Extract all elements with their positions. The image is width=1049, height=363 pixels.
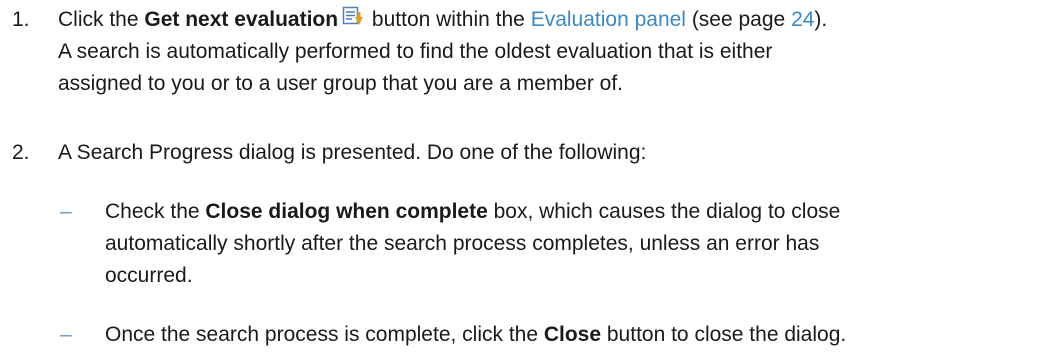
get-next-evaluation-icon [342, 6, 364, 28]
step-2-line-1: A Search Progress dialog is presented. D… [58, 141, 647, 164]
bullet-1-line-2: automatically shortly after the search p… [105, 232, 820, 255]
bullet-1-line-1: Check the Close dialog when complete box… [105, 196, 840, 228]
dash-bullet: – [60, 200, 72, 223]
step-text: Click the [58, 8, 145, 31]
step-number: 1. [12, 8, 30, 31]
button-name: Get next evaluation [144, 8, 339, 31]
bullet-2-line-1: Once the search process is complete, cli… [105, 319, 846, 351]
bullet-text: box, which causes the dialog to close [487, 200, 841, 223]
document-page: 1. Click the Get next evaluation button … [0, 0, 1049, 363]
dash-bullet: – [60, 323, 72, 346]
step-1-line-1: Click the Get next evaluation button wit… [58, 4, 827, 36]
bullet-1-line-3: occurred. [105, 264, 193, 287]
step-text: (see page [685, 8, 792, 31]
step-1-line-2: A search is automatically performed to f… [58, 40, 773, 63]
step-number: 2. [12, 141, 30, 164]
step-text: button within the [366, 8, 531, 31]
bullet-text: Once the search process is complete, cli… [105, 323, 544, 346]
page-link[interactable]: 24 [791, 8, 814, 31]
step-1-line-3: assigned to you or to a user group that … [58, 72, 623, 95]
bullet-text: button to close the dialog. [601, 323, 847, 346]
step-text: ). [814, 8, 828, 31]
button-name: Close [543, 323, 602, 346]
option-name: Close dialog when complete [205, 200, 488, 223]
bullet-text: Check the [105, 200, 206, 223]
evaluation-panel-link[interactable]: Evaluation panel [531, 8, 686, 31]
